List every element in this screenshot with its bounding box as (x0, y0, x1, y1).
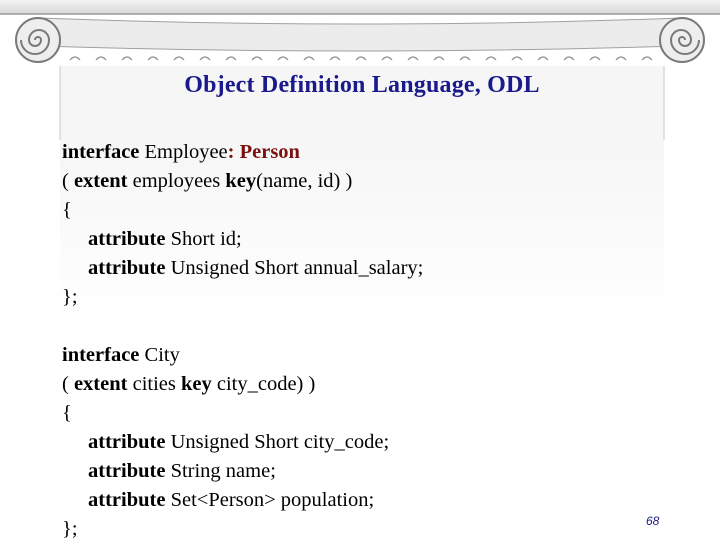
slide: Object Definition Language, ODL interfac… (0, 0, 720, 540)
column-capital-decoration (0, 0, 720, 140)
code-text: Unsigned Short annual_salary; (165, 257, 424, 279)
right-volute-icon (659, 17, 705, 63)
code-line-attribute-name: attribute String name; (62, 457, 672, 486)
code-text: Short id; (165, 228, 242, 250)
code-text: Employee (139, 141, 228, 163)
keyword: attribute (88, 489, 166, 511)
code-text: Set<Person> population; (165, 489, 375, 511)
code-line-interface-employee: interface Employee: Person (62, 138, 672, 167)
keyword: extent (73, 170, 128, 192)
code-text: Unsigned Short city_code; (165, 431, 390, 453)
keyword: attribute (88, 460, 166, 482)
code-line-interface-city: interface City (62, 341, 672, 370)
page-number: 68 (646, 514, 660, 528)
code-line-open-brace: { (62, 402, 72, 424)
code-line-extent-employees: ( extent employees key(name, id) ) (62, 167, 672, 196)
keyword: attribute (88, 257, 166, 279)
code-text: ( (62, 373, 74, 395)
keyword: attribute (88, 431, 166, 453)
keyword: key (225, 170, 257, 192)
keyword: key (180, 373, 212, 395)
code-line-attribute-population: attribute Set<Person> population; (62, 486, 672, 515)
code-line-close-brace: }; (62, 286, 78, 308)
code-text: cities (127, 373, 181, 395)
code-line-attribute-city-code: attribute Unsigned Short city_code; (62, 428, 672, 457)
keyword: attribute (88, 228, 166, 250)
code-text: : (227, 141, 240, 163)
supertype-name: Person (239, 141, 300, 163)
keyword: extent (73, 373, 128, 395)
slide-title: Object Definition Language, ODL (184, 72, 540, 98)
code-line-open-brace: { (62, 199, 72, 221)
code-line-attribute-salary: attribute Unsigned Short annual_salary; (62, 254, 672, 283)
left-volute-icon (15, 17, 61, 63)
code-text: city_code) ) (211, 373, 316, 395)
keyword: interface (62, 141, 140, 163)
code-text: ( (62, 170, 74, 192)
code-text: employees (127, 170, 226, 192)
keyword: interface (62, 344, 140, 366)
code-text: City (139, 344, 180, 366)
code-text: (name, id) ) (256, 170, 353, 192)
code-line-attribute-id: attribute Short id; (62, 225, 672, 254)
odl-code-block: interface Employee: Person ( extent empl… (62, 138, 672, 544)
code-text: String name; (165, 460, 276, 482)
code-line-extent-cities: ( extent cities key city_code) ) (62, 370, 672, 399)
